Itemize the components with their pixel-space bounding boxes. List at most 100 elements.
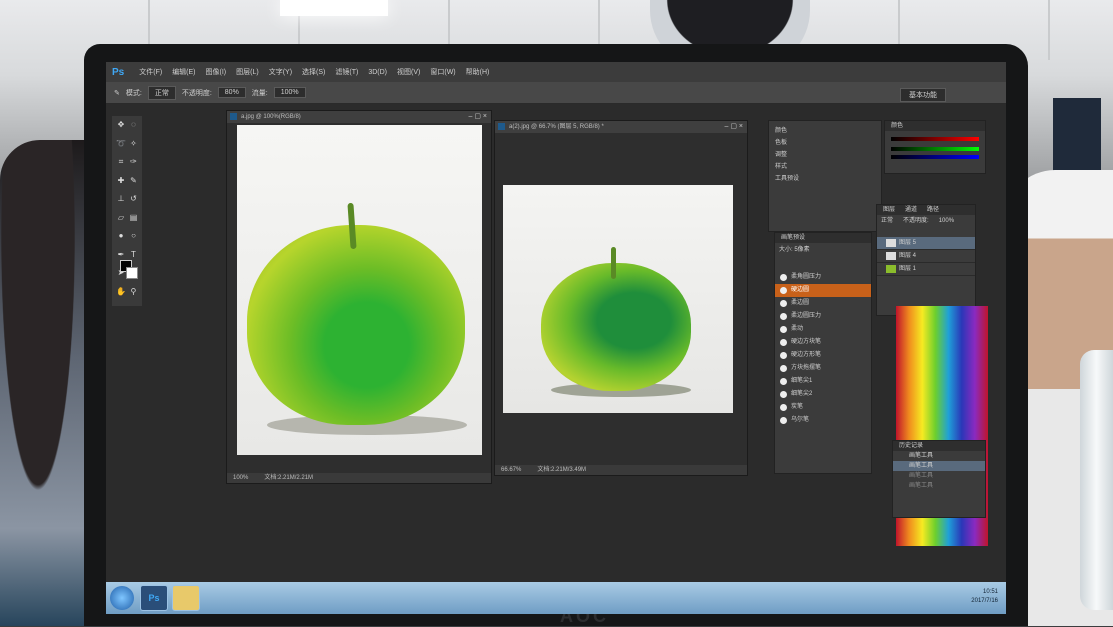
hand-tool-icon[interactable]: ✋ [116, 287, 126, 303]
document-tab-2[interactable]: a(2).jpg @ 66.7% (图层 5, RGB/8) * – ▢ × [495, 121, 747, 133]
taskbar-folder-icon[interactable] [172, 585, 200, 611]
brush-size-row: 大小: 5像素 [775, 243, 871, 257]
menu-file[interactable]: 文件(F) [134, 67, 167, 77]
layer-row-selected[interactable]: 图层 5 [877, 237, 975, 250]
status-bar-2: 66.67% 文档:2.21M/3.49M [495, 465, 747, 475]
brush-item[interactable]: 炭笔 [775, 401, 871, 414]
brush-tool-icon[interactable]: ✎ [114, 89, 120, 97]
workspace-select[interactable]: 基本功能 [900, 88, 946, 102]
brush-item[interactable]: 方块拖摆笔 [775, 362, 871, 375]
color-panel-title: 颜色 [891, 123, 904, 129]
brush-item[interactable]: 细笔尖2 [775, 388, 871, 401]
brush-item-label: 柔边圆 [791, 300, 810, 306]
menu-select[interactable]: 选择(S) [297, 67, 330, 77]
tab-paths[interactable]: 路径 [927, 205, 939, 215]
history-brush-icon[interactable]: ↺ [129, 194, 138, 210]
menu-image[interactable]: 图像(I) [201, 67, 232, 77]
color-slider-b[interactable] [891, 155, 979, 159]
start-button[interactable] [110, 586, 134, 610]
marquee-tool-icon[interactable]: ◌ [129, 120, 138, 136]
brush-item[interactable]: 柔边圆压力 [775, 310, 871, 323]
zoom-tool-icon[interactable]: ⚲ [129, 287, 138, 303]
tab-channels[interactable]: 通道 [905, 205, 917, 215]
brush-item[interactable]: 柔边圆 [775, 297, 871, 310]
flow-field[interactable]: 100% [273, 87, 306, 98]
taskbar-photoshop[interactable]: Ps [140, 585, 168, 611]
system-tray: 10:51 2017/7/16 [971, 588, 998, 606]
history-item[interactable]: 画笔工具 [893, 451, 985, 461]
wand-tool-icon[interactable]: ✧ [129, 139, 138, 155]
brush-item[interactable]: 细笔尖1 [775, 375, 871, 388]
heal-tool-icon[interactable]: ✚ [116, 176, 126, 192]
brush-item[interactable]: 乌尔笔 [775, 414, 871, 427]
menu-layer[interactable]: 图层(L) [231, 67, 264, 77]
opacity-field[interactable]: 80% [217, 87, 246, 98]
brush-tip-icon [780, 417, 787, 424]
background-color[interactable] [126, 267, 138, 279]
document-tab-1[interactable]: a.jpg @ 100%(RGB/8) – ▢ × [227, 111, 491, 123]
layer-blend-mode[interactable]: 正常 [881, 215, 893, 227]
layers-panel: 图层 通道 路径 正常 不透明度: 100% 图层 5 图层 4 图层 1 [876, 204, 976, 316]
adjust-item-2[interactable]: 调整 [775, 149, 875, 161]
canvas-1[interactable] [237, 125, 482, 455]
history-item[interactable]: 画笔工具 [893, 471, 985, 481]
brush-item[interactable]: 柔动 [775, 323, 871, 336]
layer-row[interactable]: 图层 4 [877, 250, 975, 263]
crop-tool-icon[interactable]: ⌗ [116, 157, 126, 173]
options-bar: ✎ 模式: 正常 不透明度: 80% 流量: 100% [106, 82, 1006, 104]
window-controls-icon[interactable]: – ▢ × [725, 121, 743, 133]
menu-3d[interactable]: 3D(D) [363, 69, 392, 76]
zoom-level-2[interactable]: 66.67% [501, 465, 521, 475]
adjust-item-3[interactable]: 样式 [775, 161, 875, 173]
eraser-tool-icon[interactable]: ▱ [116, 213, 126, 229]
eyedropper-tool-icon[interactable]: ✑ [129, 157, 138, 173]
menu-edit[interactable]: 编辑(E) [167, 67, 200, 77]
move-tool-icon[interactable]: ✥ [116, 120, 126, 136]
blur-tool-icon[interactable]: ● [116, 231, 126, 247]
menu-help[interactable]: 帮助(H) [461, 67, 495, 77]
adjust-item-0[interactable]: 颜色 [775, 125, 875, 137]
lasso-tool-icon[interactable]: ➰ [116, 139, 126, 155]
canvas-2[interactable] [503, 185, 733, 413]
brush-tip-icon [780, 391, 787, 398]
brush-size-value[interactable]: 5像素 [794, 247, 809, 253]
zoom-level-1[interactable]: 100% [233, 473, 248, 483]
window-controls-icon[interactable]: – ▢ × [469, 111, 487, 123]
brush-panel-header: 画笔预设 [775, 233, 871, 243]
brush-tip-icon [780, 274, 787, 281]
history-item[interactable]: 画笔工具 [893, 481, 985, 491]
menu-bar: Ps 文件(F) 编辑(E) 图像(I) 图层(L) 文字(Y) 选择(S) 滤… [106, 62, 1006, 82]
mode-select[interactable]: 正常 [147, 85, 176, 100]
tab-layers[interactable]: 图层 [883, 205, 895, 215]
color-panel: 颜色 [884, 120, 986, 174]
brush-presets-panel: 画笔预设 大小: 5像素 柔角圆压力 硬边圆 柔边圆 柔边圆压力 柔动 硬边方块… [774, 232, 872, 474]
menu-filter[interactable]: 滤镜(T) [330, 67, 363, 77]
adjust-item-4[interactable]: 工具预设 [775, 173, 875, 185]
color-slider-r[interactable] [891, 137, 979, 141]
brush-tool-icon[interactable]: ✎ [129, 176, 138, 192]
layer-row[interactable]: 图层 1 [877, 263, 975, 276]
brush-item[interactable]: 硬边方形笔 [775, 349, 871, 362]
doc-size-1: 文档:2.21M/2.21M [264, 475, 314, 481]
brush-item-selected[interactable]: 硬边圆 [775, 284, 871, 297]
stamp-tool-icon[interactable]: ⊥ [116, 194, 126, 210]
gradient-tool-icon[interactable]: ▤ [129, 213, 138, 229]
adjust-item-1[interactable]: 色板 [775, 137, 875, 149]
layer-lock-row[interactable] [877, 227, 975, 237]
dodge-tool-icon[interactable]: ○ [129, 231, 138, 247]
brush-size-label: 大小: [779, 247, 793, 253]
layer-opacity-value[interactable]: 100% [939, 215, 954, 227]
adjustments-panel: 颜色 色板 调整 样式 工具预设 [768, 120, 882, 232]
history-item[interactable]: 画笔工具 [893, 461, 985, 471]
brush-tip-strip[interactable] [775, 257, 871, 271]
menu-type[interactable]: 文字(Y) [264, 67, 297, 77]
menu-view[interactable]: 视图(V) [392, 67, 425, 77]
document-title-1: a.jpg @ 100%(RGB/8) [241, 114, 301, 120]
color-slider-g[interactable] [891, 147, 979, 151]
brush-item[interactable]: 柔角圆压力 [775, 271, 871, 284]
tray-date[interactable]: 2017/7/16 [971, 597, 998, 606]
brush-item[interactable]: 硬边方块笔 [775, 336, 871, 349]
tray-clock[interactable]: 10:51 [971, 588, 998, 597]
menu-window[interactable]: 窗口(W) [425, 67, 460, 77]
layer-name: 图层 1 [899, 266, 917, 272]
